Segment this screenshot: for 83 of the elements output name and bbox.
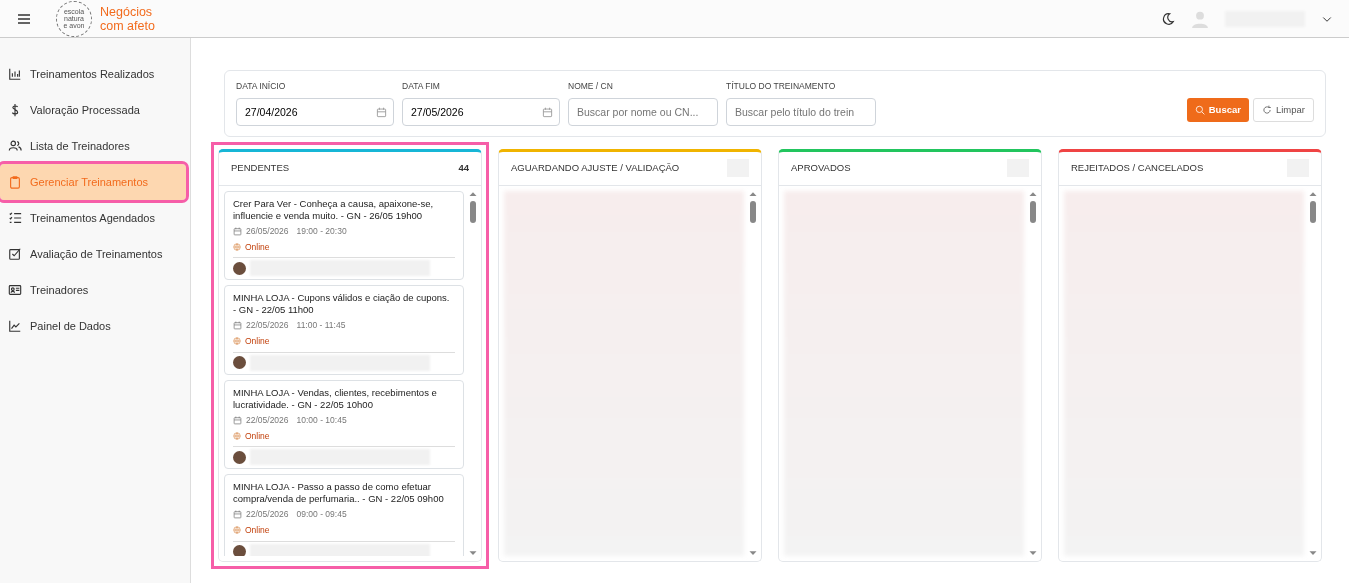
bar-chart-icon <box>8 67 22 81</box>
column-title: REJEITADOS / CANCELADOS <box>1071 161 1204 176</box>
calendar-icon <box>233 321 242 331</box>
training-card[interactable]: MINHA LOJA - Passo a passo de como efetuar compra/venda de perfumaria.. - GN - 22/05 09h00 22/05/2026 09:00 - 09:45 Online <box>224 474 464 556</box>
checklist-icon <box>8 211 22 225</box>
avatar-placeholder <box>233 356 246 370</box>
line-chart-icon <box>8 319 22 333</box>
column-title: APROVADOS <box>791 161 851 176</box>
card-time: 09:00 - 09:45 <box>296 508 347 521</box>
date-field[interactable]: 27/04/2026 <box>236 97 394 126</box>
avatar-placeholder <box>233 450 246 464</box>
globe-icon <box>233 526 241 535</box>
scrollbar-thumb[interactable] <box>749 200 756 223</box>
card-date: 22/05/2026 <box>246 319 289 332</box>
search-field[interactable]: Buscar por nome ou CN... <box>568 97 718 126</box>
id-card-icon <box>8 283 22 297</box>
field-label: TÍTULO DO TREINAMENTO <box>726 80 837 93</box>
scrollbar[interactable] <box>468 190 477 556</box>
card-date: 26/05/2026 <box>246 224 289 238</box>
sidebar-item[interactable]: Lista de Treinadores <box>0 128 190 164</box>
scrollbar[interactable] <box>1028 190 1037 556</box>
location-label: Online <box>245 240 270 254</box>
brand-name: Negócios com afeto <box>100 4 155 33</box>
user-avatar-icon <box>1191 9 1209 28</box>
location-label: Online <box>245 524 270 537</box>
training-card[interactable]: MINHA LOJA - Cupons válidos e ciação de cupons. - GN - 22/05 11h00 22/05/2026 11:00 - 11:45 Online <box>224 285 464 375</box>
sidebar-item[interactable]: Painel de Dados <box>0 308 190 344</box>
training-card[interactable]: Crer Para Ver - Conheça a causa, apaixone-se, influencie e venda muito. - GN - 26/05 19h00 26/05/2026 19:00 - 20:30 Online <box>224 190 464 281</box>
sidebar-item[interactable]: Avaliação de Treinamentos <box>0 236 190 272</box>
card-time: 19:00 - 20:30 <box>296 224 347 238</box>
calendar-icon <box>233 226 242 236</box>
search-icon <box>1194 104 1205 115</box>
search-field[interactable]: Buscar pelo título do trein <box>726 97 876 126</box>
column-title: AGUARDANDO AJUSTE / VALIDAÇÃO <box>511 161 680 176</box>
globe-icon <box>233 242 241 251</box>
avatar-placeholder <box>233 261 246 275</box>
sidebar-item[interactable]: Treinadores <box>0 272 190 308</box>
date-field[interactable]: 27/05/2026 <box>402 97 560 126</box>
card-date: 22/05/2026 <box>246 508 289 521</box>
sidebar-item[interactable]: Treinamentos Realizados <box>0 56 190 92</box>
clipboard-icon <box>8 175 22 189</box>
calendar-icon <box>233 415 242 425</box>
card-time: 10:00 - 10:45 <box>296 413 347 427</box>
scroll-up-icon <box>748 190 757 197</box>
globe-icon <box>233 337 241 346</box>
card-time: 11:00 - 11:45 <box>296 319 346 332</box>
field-label: DATA FIM <box>402 80 441 93</box>
scroll-down-icon <box>1028 549 1037 556</box>
moon-icon[interactable] <box>1161 11 1175 26</box>
people-icon <box>8 139 22 153</box>
card-title: MINHA LOJA - Passo a passo de como efetuar compra/venda de perfumaria.. - GN - 22/05 09h00 <box>233 481 445 506</box>
scroll-down-icon <box>748 549 757 556</box>
scrollbar-thumb[interactable] <box>1309 200 1316 223</box>
card-title: MINHA LOJA - Cupons válidos e ciação de cupons. - GN - 22/05 11h00 <box>233 292 451 317</box>
location-label: Online <box>245 429 270 443</box>
scroll-down-icon <box>1308 549 1317 556</box>
avatar-placeholder <box>233 545 246 556</box>
refresh-icon <box>1261 104 1272 115</box>
clear-button[interactable]: Limpar <box>1252 97 1314 122</box>
card-title: MINHA LOJA - Vendas, clientes, recebimentos e lucratividade. - GN - 22/05 10h00 <box>233 386 438 411</box>
calendar-icon <box>376 106 387 118</box>
scrollbar[interactable] <box>1308 190 1317 556</box>
scroll-down-icon <box>468 549 477 556</box>
calendar-icon <box>542 106 553 118</box>
column-count: 44 <box>458 161 469 176</box>
scrollbar-thumb[interactable] <box>1029 200 1036 223</box>
scrollbar[interactable] <box>748 190 757 556</box>
card-date: 22/05/2026 <box>246 413 289 427</box>
scrollbar-thumb[interactable] <box>469 200 476 223</box>
scroll-up-icon <box>468 190 477 197</box>
sidebar-item[interactable]: Valoração Processada <box>0 92 190 128</box>
field-label: DATA INÍCIO <box>236 80 287 93</box>
sidebar-item[interactable]: Treinamentos Agendados <box>0 200 190 236</box>
column-title: PENDENTES <box>231 161 290 176</box>
globe-icon <box>233 431 241 440</box>
checkbox-icon <box>8 247 22 261</box>
scroll-up-icon <box>1028 190 1037 197</box>
calendar-icon <box>233 510 242 520</box>
location-label: Online <box>245 335 270 348</box>
scroll-up-icon <box>1308 190 1317 197</box>
training-card[interactable]: MINHA LOJA - Vendas, clientes, recebimentos e lucratividade. - GN - 22/05 10h00 22/05/2026 10:00 - 10:45 Online <box>224 379 464 470</box>
field-label: NOME / CN <box>568 80 614 93</box>
card-title: Crer Para Ver - Conheça a causa, apaixone-se, influencie e venda muito. - GN - 26/05 19h00 <box>233 197 435 222</box>
